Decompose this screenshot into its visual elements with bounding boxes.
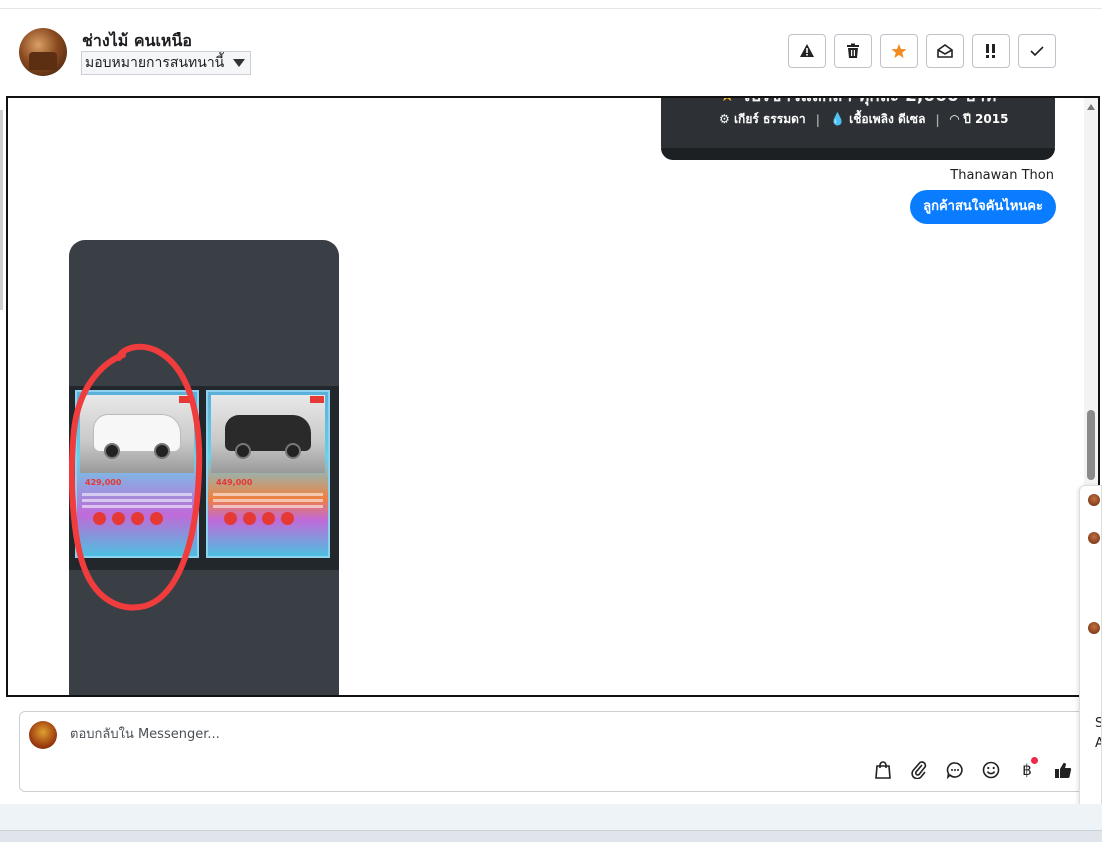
assign-conversation-dropdown[interactable]: มอบหมายการสนทนานี้ (81, 51, 252, 75)
star-button[interactable] (880, 34, 918, 68)
baht-icon: ฿ (1022, 761, 1032, 779)
spec-separator: | (815, 112, 821, 127)
emoji-button[interactable] (980, 759, 1002, 781)
scrollbar-thumb[interactable] (1087, 410, 1095, 480)
thumbs-up-icon (1055, 762, 1072, 779)
mark-done-button[interactable] (1018, 34, 1056, 68)
caret-down-icon (233, 59, 246, 67)
follow-up-button[interactable] (972, 34, 1010, 68)
conversation-avatar[interactable] (1088, 532, 1100, 544)
reply-input[interactable] (68, 726, 672, 743)
shopping-bag-button[interactable] (872, 759, 894, 781)
fuel-spec: 💧 เชื้อเพลิง ดีเซล (830, 110, 925, 129)
chat-bubble-icon (946, 762, 963, 779)
scroll-up-arrow[interactable] (1087, 104, 1095, 110)
like-button[interactable] (1052, 759, 1074, 781)
listing-promo: ★ โปรข่าวแลกส่า ทุกละ 2,000 บาท (661, 96, 1055, 109)
panel-letter: A (1095, 736, 1101, 751)
outgoing-message-bubble[interactable]: ลูกค้าสนใจคันไหนคะ (910, 190, 1056, 224)
listing-card[interactable]: ★ โปรข่าวแลกส่า ทุกละ 2,000 บาท ⚙ เกียร์… (661, 96, 1055, 160)
saved-replies-button[interactable] (944, 759, 966, 781)
image-message[interactable]: 429,000 449,000 (69, 240, 339, 695)
promo-text: โปรข่าวแลกส่า ทุกละ 2,000 บาท (740, 96, 997, 106)
side-conversation-panel[interactable]: S A (1079, 485, 1102, 818)
gear-icon: ⚙ (719, 112, 730, 126)
emoji-icon (982, 761, 1000, 779)
notification-dot (1031, 757, 1038, 764)
report-button[interactable] (788, 34, 826, 68)
exclamation-icon (986, 44, 995, 58)
reply-composer: ฿ (19, 711, 1089, 792)
payment-button[interactable]: ฿ (1016, 757, 1038, 781)
fuel-text: เชื้อเพลิง ดีเซล (849, 112, 926, 126)
check-icon (1030, 46, 1044, 57)
gear-text: เกียร์ ธรรมดา (733, 112, 806, 126)
attach-button[interactable] (908, 759, 930, 781)
conversation-avatar[interactable] (1088, 622, 1100, 634)
os-taskbar (0, 830, 1102, 842)
message-thread: ★ โปรข่าวแลกส่า ทุกละ 2,000 บาท ⚙ เกียร์… (6, 96, 1100, 697)
gear-spec: ⚙ เกียร์ ธรรมดา (719, 110, 806, 129)
delete-button[interactable] (834, 34, 872, 68)
year-text: ปี 2015 (963, 112, 1009, 126)
annotation-circle (69, 343, 203, 611)
gauge-icon: ◠ (949, 112, 960, 126)
envelope-open-icon (937, 44, 953, 58)
paperclip-icon (911, 761, 927, 779)
mark-unread-button[interactable] (926, 34, 964, 68)
fuel-drop-icon: 💧 (830, 112, 845, 126)
trash-icon (847, 43, 859, 58)
shopping-bag-icon (875, 761, 891, 779)
panel-letter: S (1095, 716, 1101, 731)
star-icon: ★ (719, 96, 735, 106)
sender-name: Thanawan Thon (950, 168, 1054, 183)
page-bottom-band (0, 804, 1102, 830)
warning-icon (800, 44, 814, 57)
page-avatar (29, 721, 57, 749)
conversation-avatar[interactable] (1088, 494, 1100, 506)
conversation-header: ช่างไม้ คนเหนือ มอบหมายการสนทนานี้ (0, 0, 1102, 96)
spec-separator: | (935, 112, 940, 127)
assign-label: มอบหมายการสนทนานี้ (85, 55, 225, 71)
conversation-toolbar (788, 34, 1056, 68)
star-icon (891, 44, 907, 58)
left-scroll-edge (0, 110, 3, 310)
contact-avatar[interactable] (19, 28, 67, 76)
top-divider (0, 8, 1102, 9)
listing-card-footer (661, 148, 1055, 160)
listing-specs: ⚙ เกียร์ ธรรมดา | 💧 เชื้อเพลิง ดีเซล | ◠… (719, 110, 1008, 129)
composer-actions: ฿ (872, 757, 1074, 781)
year-spec: ◠ ปี 2015 (950, 110, 1009, 129)
